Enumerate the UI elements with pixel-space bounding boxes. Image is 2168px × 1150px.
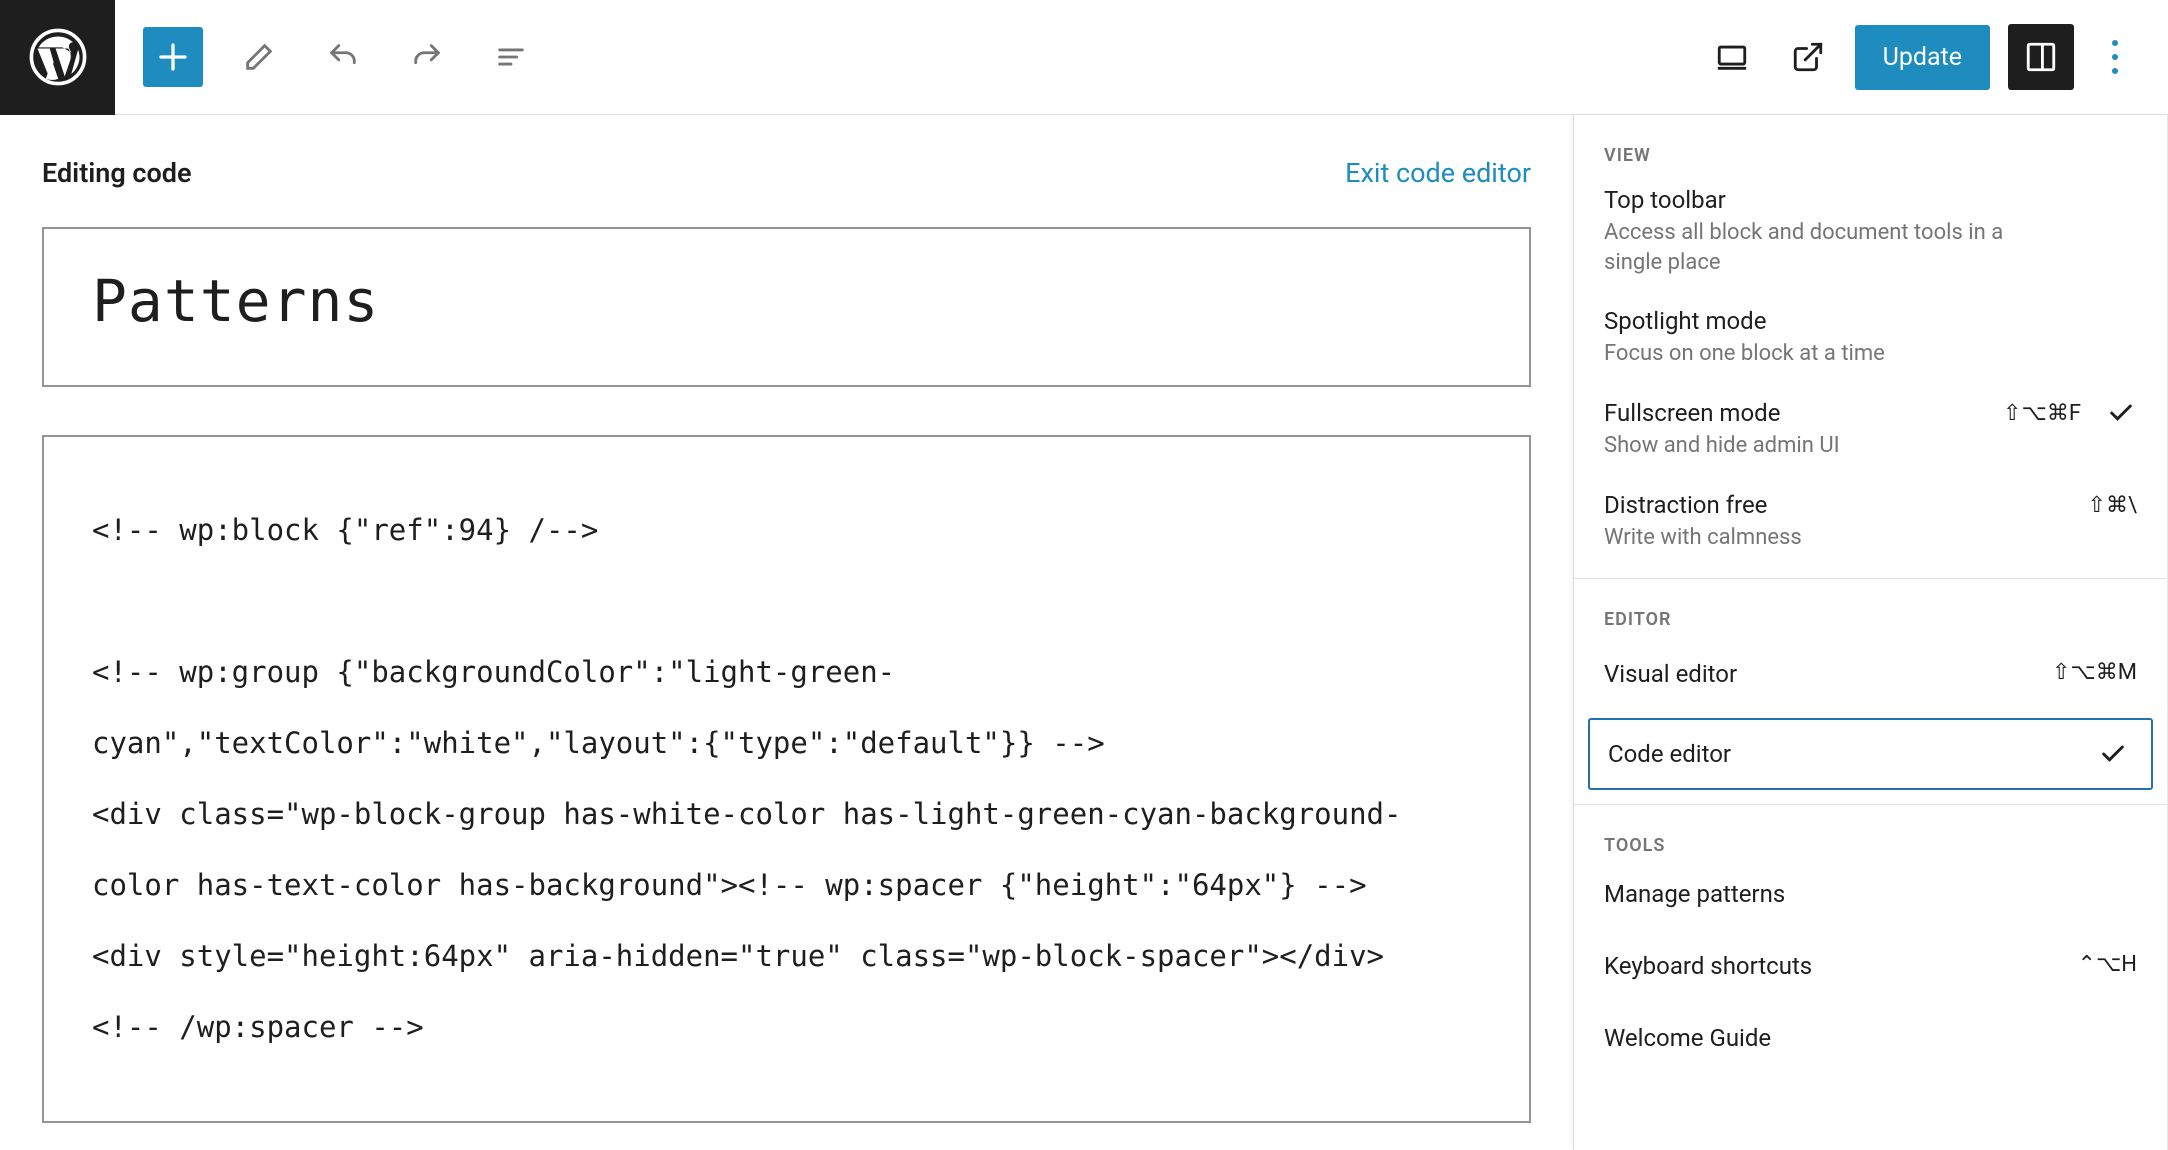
editing-code-label: Editing code bbox=[42, 157, 192, 189]
option-shortcut: ⇧⌥⌘M bbox=[2052, 660, 2137, 685]
option-title: Manage patterns bbox=[1604, 880, 1785, 908]
option-spotlight-mode[interactable]: Spotlight mode Focus on one block at a t… bbox=[1574, 289, 2167, 381]
edit-tool-button[interactable] bbox=[231, 29, 287, 85]
device-preview-button[interactable] bbox=[1703, 28, 1761, 86]
option-title: Visual editor bbox=[1604, 660, 1737, 688]
view-section-label: VIEW bbox=[1574, 115, 2167, 168]
code-editor-content: <!-- wp:block {"ref":94} /--> <!-- wp:gr… bbox=[92, 495, 1481, 1063]
document-overview-button[interactable] bbox=[483, 29, 539, 85]
option-title: Welcome Guide bbox=[1604, 1024, 1771, 1052]
option-sub: Access all block and document tools in a… bbox=[1604, 218, 2024, 277]
undo-button[interactable] bbox=[315, 29, 371, 85]
redo-button[interactable] bbox=[399, 29, 455, 85]
update-button[interactable]: Update bbox=[1855, 25, 1990, 90]
option-welcome-guide[interactable]: Welcome Guide bbox=[1574, 1002, 2167, 1074]
editor-mode-group: Visual editor ⇧⌥⌘M Code editor bbox=[1574, 632, 2167, 790]
option-sub: Write with calmness bbox=[1604, 523, 2024, 553]
topbar: Update bbox=[0, 0, 2168, 115]
option-sub: Show and hide admin UI bbox=[1604, 431, 2024, 461]
wordpress-logo[interactable] bbox=[0, 0, 115, 115]
checkmark-icon bbox=[2107, 399, 2135, 431]
code-editor-column: Editing code Exit code editor Patterns <… bbox=[0, 115, 1573, 1150]
option-sub: Focus on one block at a time bbox=[1604, 339, 2024, 369]
option-keyboard-shortcuts[interactable]: Keyboard shortcuts ⌃⌥H bbox=[1574, 930, 2167, 1002]
option-title: Keyboard shortcuts bbox=[1604, 952, 1812, 980]
option-fullscreen-mode[interactable]: Fullscreen mode Show and hide admin UI ⇧… bbox=[1574, 381, 2167, 473]
options-menu-button[interactable] bbox=[2092, 28, 2138, 86]
option-manage-patterns[interactable]: Manage patterns bbox=[1574, 858, 2167, 930]
option-top-toolbar[interactable]: Top toolbar Access all block and documen… bbox=[1574, 168, 2167, 289]
view-page-button[interactable] bbox=[1779, 28, 1837, 86]
main-area: Editing code Exit code editor Patterns <… bbox=[0, 115, 2168, 1150]
option-visual-editor[interactable]: Visual editor ⇧⌥⌘M bbox=[1574, 638, 2167, 710]
editor-section-label: EDITOR bbox=[1574, 579, 2167, 632]
exit-code-editor-link[interactable]: Exit code editor bbox=[1345, 157, 1531, 189]
option-title: Top toolbar bbox=[1604, 186, 2137, 214]
options-dropdown-panel: VIEW Top toolbar Access all block and do… bbox=[1573, 115, 2168, 1150]
option-shortcut: ⇧⌘\ bbox=[2088, 493, 2137, 518]
add-block-button[interactable] bbox=[143, 27, 203, 87]
code-editor-box[interactable]: <!-- wp:block {"ref":94} /--> <!-- wp:gr… bbox=[42, 435, 1531, 1123]
topbar-left-tools bbox=[115, 27, 539, 87]
post-title-box[interactable]: Patterns bbox=[42, 227, 1531, 387]
post-title-text: Patterns bbox=[92, 267, 1481, 335]
checkmark-icon bbox=[2099, 740, 2127, 774]
option-code-editor[interactable]: Code editor bbox=[1588, 718, 2153, 790]
option-title: Code editor bbox=[1608, 740, 1731, 768]
option-shortcut: ⌃⌥H bbox=[2078, 952, 2137, 977]
editor-header-row: Editing code Exit code editor bbox=[42, 157, 1531, 189]
more-icon bbox=[2112, 40, 2118, 74]
option-shortcut: ⇧⌥⌘F bbox=[2003, 401, 2081, 426]
topbar-right-tools: Update bbox=[1703, 24, 2168, 90]
option-title: Distraction free bbox=[1604, 491, 2137, 519]
settings-panel-button[interactable] bbox=[2008, 24, 2074, 90]
option-title: Spotlight mode bbox=[1604, 307, 2137, 335]
option-distraction-free[interactable]: Distraction free Write with calmness ⇧⌘\ bbox=[1574, 473, 2167, 565]
tools-section-label: TOOLS bbox=[1574, 805, 2167, 858]
